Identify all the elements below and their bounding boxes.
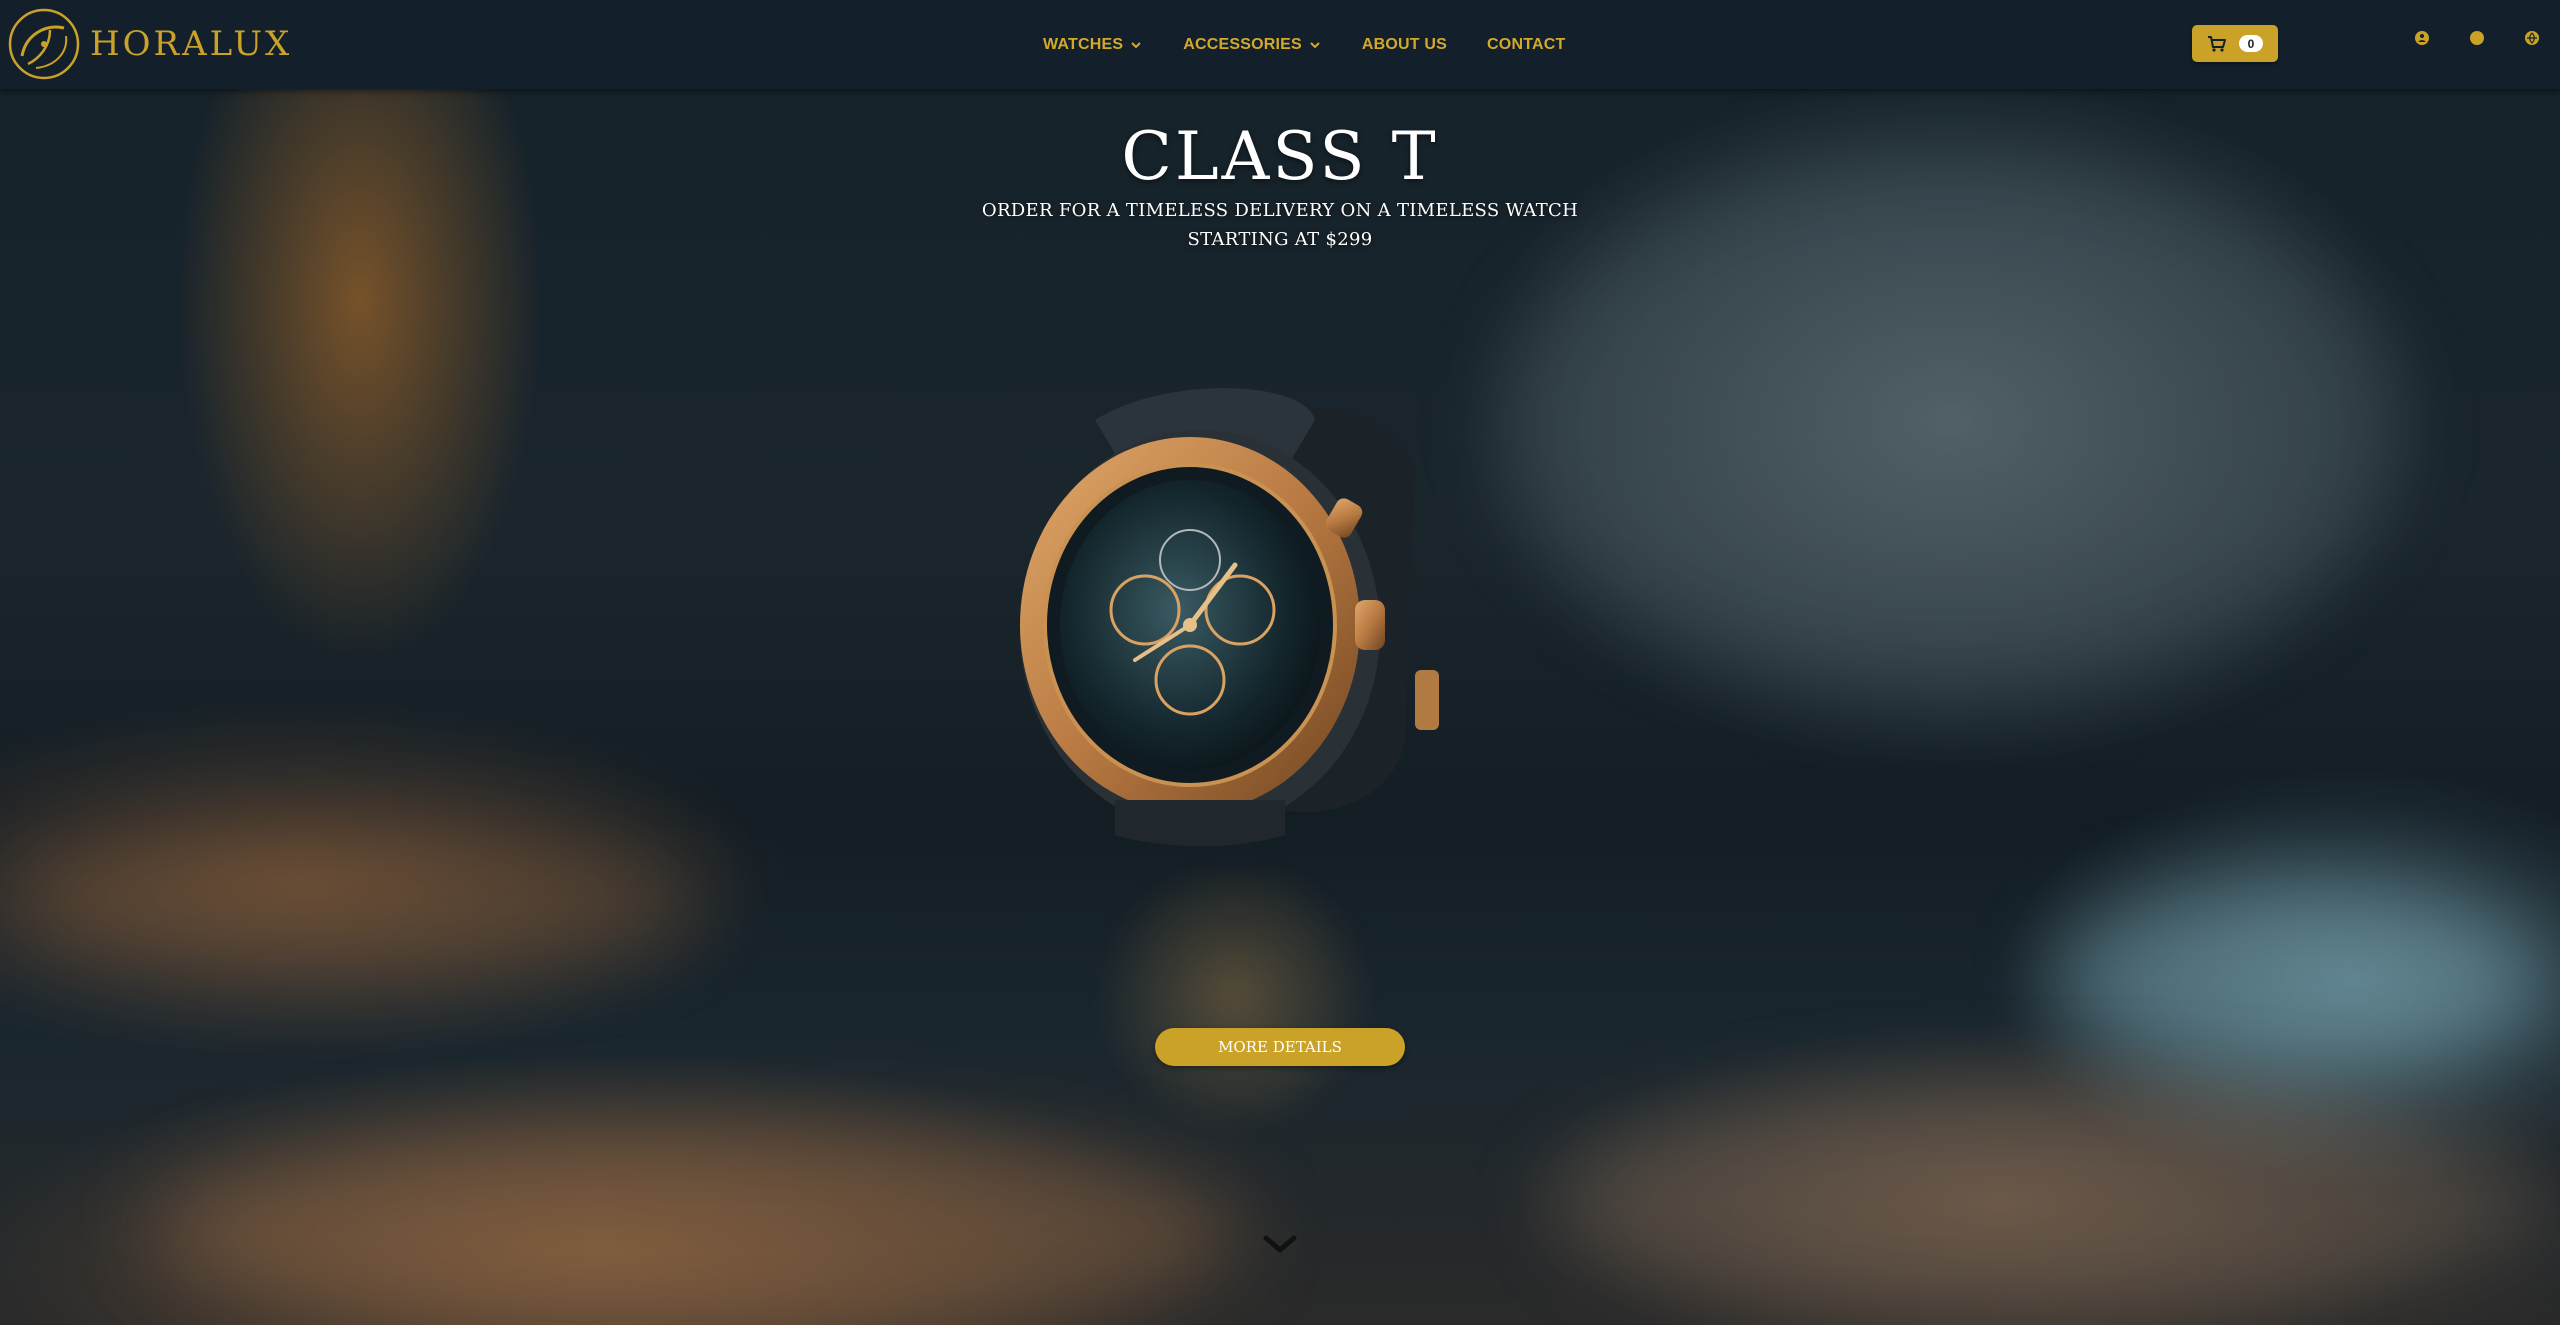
user-icon[interactable] [2415, 31, 2429, 45]
main-nav: WATCHES ACCESSORIES ABOUT US CONTACT [1043, 32, 1605, 58]
nav-item-contact[interactable]: CONTACT [1487, 36, 1565, 54]
brand-name: HORALUX [90, 24, 293, 64]
chevron-down-icon [1310, 42, 1320, 49]
watch-reflection [1000, 870, 1470, 1290]
nav-item-label: ACCESSORIES [1183, 36, 1302, 53]
fog-cloud [0, 820, 700, 980]
site-header: HORALUX WATCHES ACCESSORIES ABOUT US CON… [0, 0, 2560, 89]
hero-subtitle: ORDER FOR A TIMELESS DELIVERY ON A TIMEL… [981, 200, 1579, 221]
compass-swirl-logo-icon [8, 8, 80, 80]
hero-price-line: STARTING AT $299 [1187, 229, 1373, 250]
chevron-down-icon [1131, 42, 1141, 49]
nav-item-label: CONTACT [1487, 36, 1566, 53]
nav-item-about-us[interactable]: ABOUT US [1362, 36, 1447, 54]
hero-title: CLASS T [1121, 118, 1439, 195]
more-details-button[interactable]: MORE DETAILS [1155, 1028, 1405, 1066]
fog-cloud [2050, 880, 2550, 1080]
fog-cloud [1550, 1080, 2550, 1320]
circle-icon[interactable] [2470, 31, 2484, 45]
cart-count-badge: 0 [2239, 35, 2263, 52]
nav-item-accessories[interactable]: ACCESSORIES [1183, 36, 1322, 54]
globe-icon[interactable] [2525, 31, 2539, 45]
nav-item-label: ABOUT US [1361, 36, 1448, 53]
cart-icon [2208, 35, 2226, 52]
nav-item-watches[interactable]: WATCHES [1043, 36, 1143, 54]
cart-button[interactable]: 0 [2192, 25, 2278, 62]
brand-logo[interactable]: HORALUX [6, 6, 292, 82]
chevron-down-icon[interactable] [1260, 1230, 1300, 1258]
nav-item-label: WATCHES [1043, 36, 1124, 53]
watch-image [1020, 388, 1439, 847]
